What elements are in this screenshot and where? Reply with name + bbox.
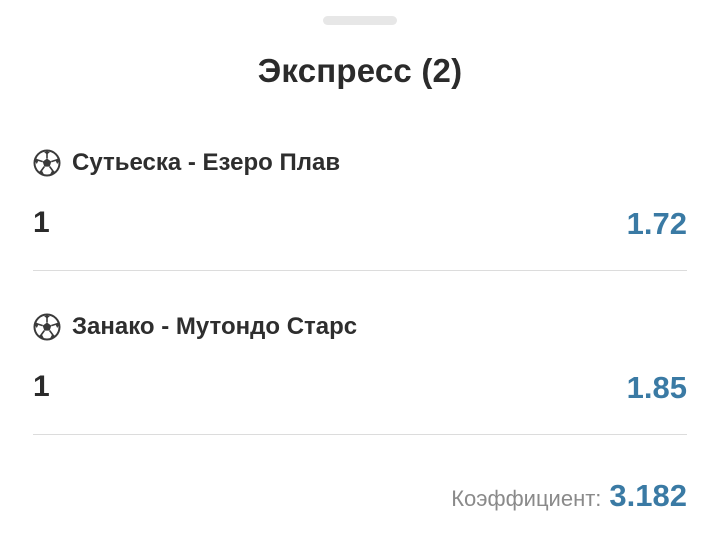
event-header: Занако - Мутондо Старс [33,312,357,342]
divider [33,270,687,271]
total-odds: Коэффициент: 3.182 [451,478,687,514]
selection-row[interactable]: 1 1.72 [33,206,687,246]
soccer-ball-icon [33,149,61,177]
selection-odds: 1.85 [626,370,687,405]
selection-outcome: 1 [33,206,50,239]
event-header: Сутьеска - Езеро Плав [33,148,340,178]
soccer-ball-icon [33,313,61,341]
drag-handle[interactable] [323,16,397,25]
event-name: Занако - Мутондо Старс [72,313,358,340]
selection-odds: 1.72 [626,206,687,241]
divider [33,434,687,435]
selection-outcome: 1 [33,370,50,403]
selection-row[interactable]: 1 1.85 [33,370,687,410]
event-name: Сутьеска - Езеро Плав [72,149,341,176]
total-odds-label: Коэффициент: [451,486,602,511]
total-odds-value: 3.182 [609,478,687,513]
bet-slip-sheet: Экспресс (2) Сутьеска - Езеро Плав 1 1.7… [0,0,720,544]
sheet-title: Экспресс (2) [257,52,463,89]
